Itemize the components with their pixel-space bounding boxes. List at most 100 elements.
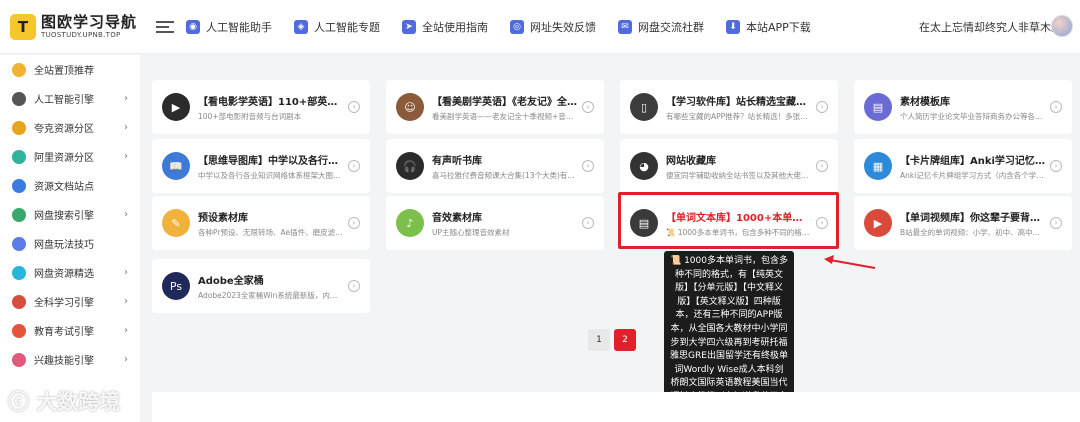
adobe-icon: Ps (162, 272, 190, 300)
chevron-right-icon[interactable]: › (348, 280, 360, 292)
chevron-right-icon[interactable]: › (1050, 160, 1062, 172)
card-description: 100+部电影附音频与台词剧本 (198, 111, 302, 121)
sidebar-item-label: 夸克资源分区 (34, 124, 94, 135)
template-icon: ▤ (864, 93, 892, 121)
nav-item-3[interactable]: ◎ 网址失效反馈 (510, 19, 596, 35)
movie-icon: ▶ (162, 93, 190, 121)
nav-item-0[interactable]: ◉ 人工智能助手 (186, 19, 272, 35)
page-button-2[interactable]: 2 (614, 329, 636, 351)
avatar[interactable] (1051, 15, 1073, 37)
resource-card-3[interactable]: ▤ 素材模板库 个人简历学业论文毕业答辩商务办公等各种风... › (854, 80, 1072, 134)
planet-icon (12, 120, 26, 135)
resource-card-0[interactable]: ▶ 【看电影学英语】110+部英文动画电... 100+部电影附音频与台词剧本 › (152, 80, 370, 134)
chevron-right-icon: › (124, 325, 128, 336)
nav-item-label: 网盘交流社群 (638, 20, 704, 34)
nav-item-4[interactable]: ✉ 网盘交流社群 (618, 19, 704, 35)
chevron-right-icon[interactable]: › (582, 101, 594, 113)
send-icon (12, 236, 26, 251)
resource-card-7[interactable]: ▦ 【卡片牌组库】Anki学习记忆卡片牌组... Anki记忆卡片牌组学习方式（内含… (854, 139, 1072, 193)
sidebar-item-10[interactable]: 兴趣技能引擎 › (0, 345, 140, 374)
sidebar-item-label: 兴趣技能引擎 (34, 356, 94, 367)
resource-card-11[interactable]: ▶ 【单词视频库】你这辈子要背的单词都... B站最全的单词视频：小学、初中、高中.… (854, 196, 1072, 250)
chevron-right-icon[interactable]: › (816, 101, 828, 113)
sidebar-item-label: 全科学习引擎 (34, 298, 94, 309)
chevron-right-icon: › (124, 209, 128, 220)
card-title: 【学习软件库】站长精选宝藏学习APP... (666, 96, 812, 108)
card-description: Anki记忆卡片牌组学习方式（内含各个学科的... (900, 170, 1046, 180)
search-icon (12, 207, 26, 222)
card-description: B站最全的单词视频：小学、初中、高中... (900, 227, 1040, 237)
page-button-1[interactable]: 1 (588, 329, 610, 351)
robot-icon (12, 91, 26, 106)
resource-card-9[interactable]: ♪ 音效素材库 UP主随心整理音效素材 › (386, 196, 604, 250)
sidebar-item-3[interactable]: 阿里资源分区 › (0, 142, 140, 171)
site-logo[interactable]: T 图欧学习导航 TUOSTUDY.UPNB.TOP (0, 13, 140, 40)
globe-icon (12, 149, 26, 164)
sidebar-item-4[interactable]: 资源文档站点 (0, 171, 140, 200)
diamond-icon (12, 265, 26, 280)
video-icon: ▶ (864, 209, 892, 237)
robot-icon: ◉ (186, 19, 200, 34)
sidebar-item-1[interactable]: 人工智能引擎 › (0, 84, 140, 113)
next-section-strip (152, 392, 1080, 422)
sidebar-item-9[interactable]: 教育考试引擎 › (0, 316, 140, 345)
resource-card-6[interactable]: ◕ 网站收藏库便宜同学辅助收纳全站书签以及其他大佬的网站... › (620, 139, 838, 193)
resource-card-8[interactable]: ✎ 预设素材库 各种Pr预设、无限转场、Ae插件、磨皮滤镜、... › (152, 196, 370, 250)
menu-toggle-icon[interactable] (156, 18, 174, 36)
card-title: 网站收藏库 (666, 155, 716, 167)
card-description: Adobe2023全家桶Win系统最新版，内含Pr、... (198, 290, 344, 300)
sidebar-item-8[interactable]: 全科学习引擎 › (0, 287, 140, 316)
nav-item-2[interactable]: ➤ 全站使用指南 (402, 19, 488, 35)
document-icon (12, 178, 26, 193)
card-description: 各种Pr预设、无限转场、Ae插件、磨皮滤镜、... (198, 227, 344, 237)
feedback-icon: ◎ (510, 19, 524, 34)
resource-card-12[interactable]: Ps Adobe全家桶 Adobe2023全家桶Win系统最新版，内含Pr、... › (152, 259, 370, 313)
sidebar-item-0[interactable]: 全站置顶推荐 (0, 55, 140, 84)
headphones-icon: 🎧 (396, 152, 424, 180)
resource-card-1[interactable]: ☺ 【看美剧学英语】《老友记》全十季 ... 看美剧学英语——老友记全十季视频+音频… (386, 80, 604, 134)
download-icon: ⬇ (726, 19, 740, 34)
sidebar-item-5[interactable]: 网盘搜索引擎 › (0, 200, 140, 229)
chevron-right-icon[interactable]: › (582, 217, 594, 229)
nav-item-1[interactable]: ◈ 人工智能专题 (294, 19, 380, 35)
highlight-box (618, 192, 839, 249)
annotation-arrow (824, 255, 876, 269)
card-title: 素材模板库 (900, 96, 950, 108)
pagination: 12 (588, 329, 640, 351)
chevron-right-icon[interactable]: › (582, 160, 594, 172)
chevron-right-icon[interactable]: › (348, 101, 360, 113)
card-description: 喜马拉雅付费音频课大合集(13个大类)有声小... (432, 170, 578, 180)
chevron-right-icon[interactable]: › (1050, 101, 1062, 113)
chevron-right-icon[interactable]: › (348, 160, 360, 172)
sidebar-item-6[interactable]: 网盘玩法技巧 (0, 229, 140, 258)
chevron-right-icon[interactable]: › (348, 217, 360, 229)
sound-icon: ♪ (396, 209, 424, 237)
user-name[interactable]: 在太上忘情却终究人非草木。 (919, 19, 1062, 35)
sidebar-item-label: 网盘资源精选 (34, 269, 94, 280)
sidebar-item-label: 教育考试引擎 (34, 327, 94, 338)
pen-icon: ✎ (162, 209, 190, 237)
resource-card-5[interactable]: 🎧 有声听书库 喜马拉雅付费音频课大合集(13个大类)有声小... › (386, 139, 604, 193)
bookmark-icon: ◕ (630, 152, 658, 180)
book-icon: 📖 (162, 152, 190, 180)
resource-card-4[interactable]: 📖 【思维导图库】中学以及各行各业知... 中学以及各行各业知识网络体系框架大图谱.… (152, 139, 370, 193)
atom-icon (12, 294, 26, 309)
card-description: UP主随心整理音效素材 (432, 227, 510, 237)
sidebar-item-2[interactable]: 夸克资源分区 › (0, 113, 140, 142)
top-header: T 图欧学习导航 TUOSTUDY.UPNB.TOP ◉ 人工智能助手 ◈ 人工智能专… (0, 0, 1080, 54)
send-icon: ➤ (402, 19, 416, 34)
card-title: 【卡片牌组库】Anki学习记忆卡片牌组... (900, 155, 1046, 167)
card-title: 【看美剧学英语】《老友记》全十季 ... (432, 96, 578, 108)
chevron-right-icon[interactable]: › (1050, 217, 1062, 229)
card-icon: ▦ (864, 152, 892, 180)
robot-icon: ◈ (294, 19, 308, 34)
friends-icon: ☺ (396, 93, 424, 121)
sidebar-item-7[interactable]: 网盘资源精选 › (0, 258, 140, 287)
chevron-right-icon: › (124, 267, 128, 278)
logo-mark: T (10, 13, 36, 40)
resource-card-2[interactable]: ▯ 【学习软件库】站长精选宝藏学习APP... 有哪些宝藏的APP推荐？站长精选！多… (620, 80, 838, 134)
chevron-right-icon[interactable]: › (816, 160, 828, 172)
nav-item-5[interactable]: ⬇ 本站APP下载 (726, 19, 811, 35)
card-title: 【看电影学英语】110+部英文动画电... (198, 96, 344, 108)
phone-icon: ▯ (630, 93, 658, 121)
